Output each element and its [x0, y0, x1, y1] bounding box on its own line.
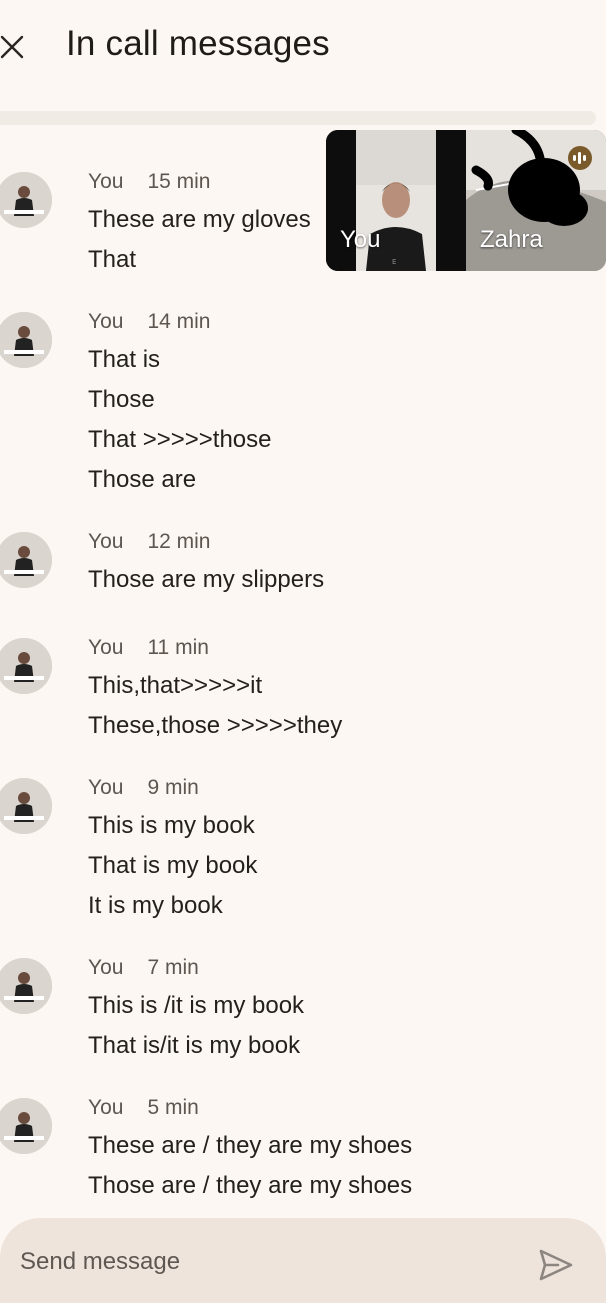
header: In call messages	[0, 0, 606, 96]
message-sender: You	[88, 170, 124, 193]
message-sender: You	[88, 530, 124, 553]
message-text: Those are my slippers	[88, 566, 325, 593]
message-sender: You	[88, 1096, 124, 1119]
message-text: That is my book	[88, 852, 258, 879]
avatar	[0, 1098, 52, 1154]
avatar-image	[0, 958, 52, 1014]
avatar	[0, 958, 52, 1014]
message-text: This is my book	[88, 812, 255, 839]
message-text: This is /it is my book	[88, 992, 305, 1019]
avatar-image	[0, 312, 52, 368]
message-text: That	[88, 246, 137, 273]
in-call-messages-screen: In call messages E You Zahra You 15 min …	[0, 0, 606, 1303]
page-title: In call messages	[66, 24, 330, 63]
send-icon	[539, 1249, 573, 1281]
message-text: These are / they are my shoes	[88, 1132, 413, 1159]
message-composer	[0, 1218, 606, 1303]
avatar-image	[0, 172, 52, 228]
avatar	[0, 638, 52, 694]
close-button[interactable]	[0, 30, 30, 64]
message-text: Those	[88, 386, 155, 413]
avatar-image	[0, 1098, 52, 1154]
message-time: 14 min	[147, 310, 211, 333]
avatar	[0, 312, 52, 368]
close-icon	[0, 35, 24, 59]
message-time: 11 min	[147, 636, 209, 659]
avatar-image	[0, 532, 52, 588]
message-text: These are my gloves	[88, 206, 311, 233]
video-preview[interactable]: E You Zahra	[326, 130, 606, 271]
message-sender: You	[88, 636, 124, 659]
avatar	[0, 172, 52, 228]
message-text: That is/it is my book	[88, 1032, 301, 1059]
header-divider	[0, 111, 596, 125]
message-time: 7 min	[147, 956, 199, 979]
message-time: 15 min	[147, 170, 211, 193]
message-text: That >>>>>those	[88, 426, 272, 453]
avatar	[0, 532, 52, 588]
message-text: It is my book	[88, 892, 223, 919]
video-label-zahra: Zahra	[480, 226, 543, 253]
avatar	[0, 778, 52, 834]
message-text: Those are	[88, 466, 197, 493]
message-time: 9 min	[147, 776, 199, 799]
avatar-image	[0, 638, 52, 694]
message-text: Those are / they are my shoes	[88, 1172, 413, 1199]
message-sender: You	[88, 776, 124, 799]
message-text: These,those >>>>>they	[88, 712, 343, 739]
message-text: This,that>>>>>it	[88, 672, 263, 699]
message-sender: You	[88, 956, 124, 979]
send-message-input[interactable]	[20, 1244, 500, 1280]
message-time: 12 min	[147, 530, 211, 553]
avatar-image	[0, 778, 52, 834]
send-button[interactable]	[538, 1248, 574, 1282]
message-text: That is	[88, 346, 161, 373]
message-time: 5 min	[147, 1096, 199, 1119]
video-label-you: You	[340, 226, 381, 253]
svg-text:E: E	[392, 258, 396, 266]
message-sender: You	[88, 310, 124, 333]
